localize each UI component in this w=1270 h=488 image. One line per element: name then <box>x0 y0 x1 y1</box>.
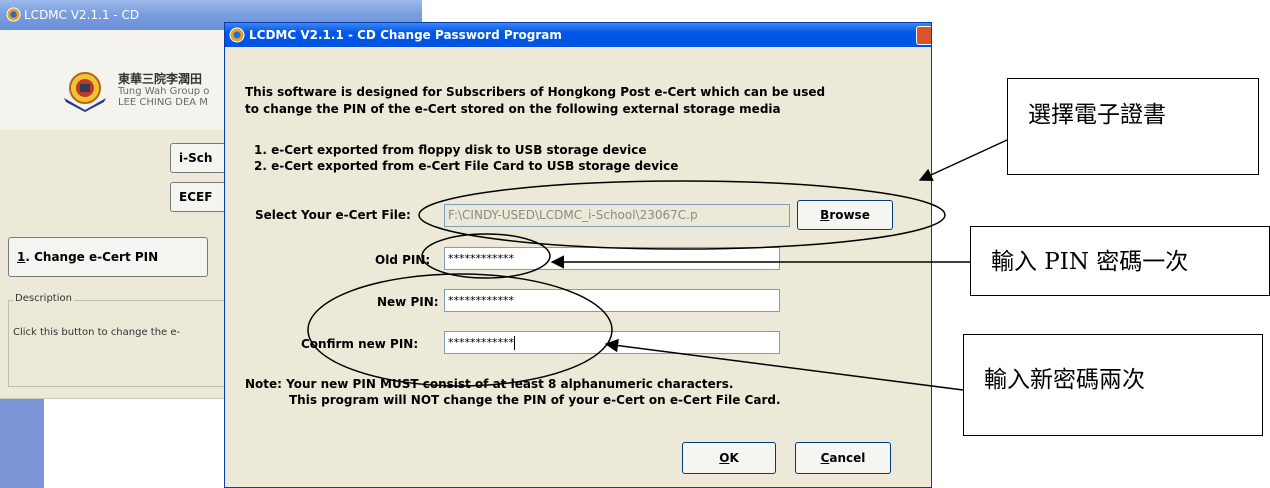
new-pin-field[interactable]: ************ <box>444 289 780 312</box>
intro-text-line1: This software is designed for Subscriber… <box>245 85 826 99</box>
description-text: Click this button to change the e- <box>13 327 181 338</box>
description-legend: Description <box>13 293 74 304</box>
note-line1: Note: Your new PIN MUST consist of at le… <box>245 377 734 391</box>
media-list-item2: 2. e-Cert exported from e-Cert File Card… <box>254 159 679 173</box>
ok-button[interactable]: OK <box>682 442 776 474</box>
cancel-button[interactable]: Cancel <box>795 442 891 474</box>
logo-english-name: Tung Wah Group o <box>118 86 210 97</box>
text-caret <box>514 336 515 350</box>
confirm-pin-field[interactable]: ************ <box>444 331 780 354</box>
arrow-select-cert <box>918 139 1008 182</box>
close-icon[interactable] <box>916 26 931 45</box>
school-emblem-icon <box>64 72 106 112</box>
select-file-label: Select Your e-Cert File: <box>255 208 411 222</box>
callout-enter-new-twice: 輸入新密碼兩次 <box>963 334 1263 436</box>
confirm-pin-label: Confirm new PIN: <box>301 337 419 351</box>
background-window-title: LCDMC V2.1.1 - CD <box>24 8 140 22</box>
dialog-title: LCDMC V2.1.1 - CD Change Password Progra… <box>249 28 562 42</box>
intro-text-line2: to change the PIN of the e-Cert stored o… <box>245 102 781 116</box>
app-icon <box>6 7 21 22</box>
browse-button[interactable]: Browse <box>797 200 893 230</box>
description-group: Description Click this button to change … <box>8 293 249 387</box>
browse-label: rowse <box>829 208 870 222</box>
ok-label: K <box>729 451 739 465</box>
cancel-label: ancel <box>829 451 866 465</box>
logo-english-subname: LEE CHING DEA M <box>118 97 208 108</box>
dialog-titlebar[interactable]: LCDMC V2.1.1 - CD Change Password Progra… <box>225 23 931 47</box>
file-path-field[interactable]: F:\CINDY-USED\LCDMC_i-School\23067C.p <box>444 204 790 227</box>
callout-select-cert: 選擇電子證書 <box>1007 78 1259 175</box>
app-icon <box>229 27 245 43</box>
logo-chinese-name: 東華三院李潤田 <box>118 72 203 86</box>
callout-enter-pin-once: 輸入 PIN 密碼一次 <box>970 226 1270 296</box>
change-ecert-pin-button[interactable]: 1. Change e-Cert PIN <box>8 237 208 277</box>
media-list-item1: 1. e-Cert exported from floppy disk to U… <box>254 143 647 157</box>
old-pin-field[interactable]: ************ <box>444 247 780 270</box>
old-pin-label: Old PIN: <box>375 253 431 267</box>
note-line2: This program will NOT change the PIN of … <box>289 393 781 407</box>
change-password-dialog: LCDMC V2.1.1 - CD Change Password Progra… <box>224 22 932 488</box>
browse-mnemonic: B <box>820 208 830 222</box>
side-strip <box>0 399 44 488</box>
new-pin-label: New PIN: <box>377 295 439 309</box>
ok-mnemonic: O <box>719 451 730 465</box>
confirm-pin-value: ************ <box>448 336 514 349</box>
change-pin-label: . Change e-Cert PIN <box>25 250 159 264</box>
